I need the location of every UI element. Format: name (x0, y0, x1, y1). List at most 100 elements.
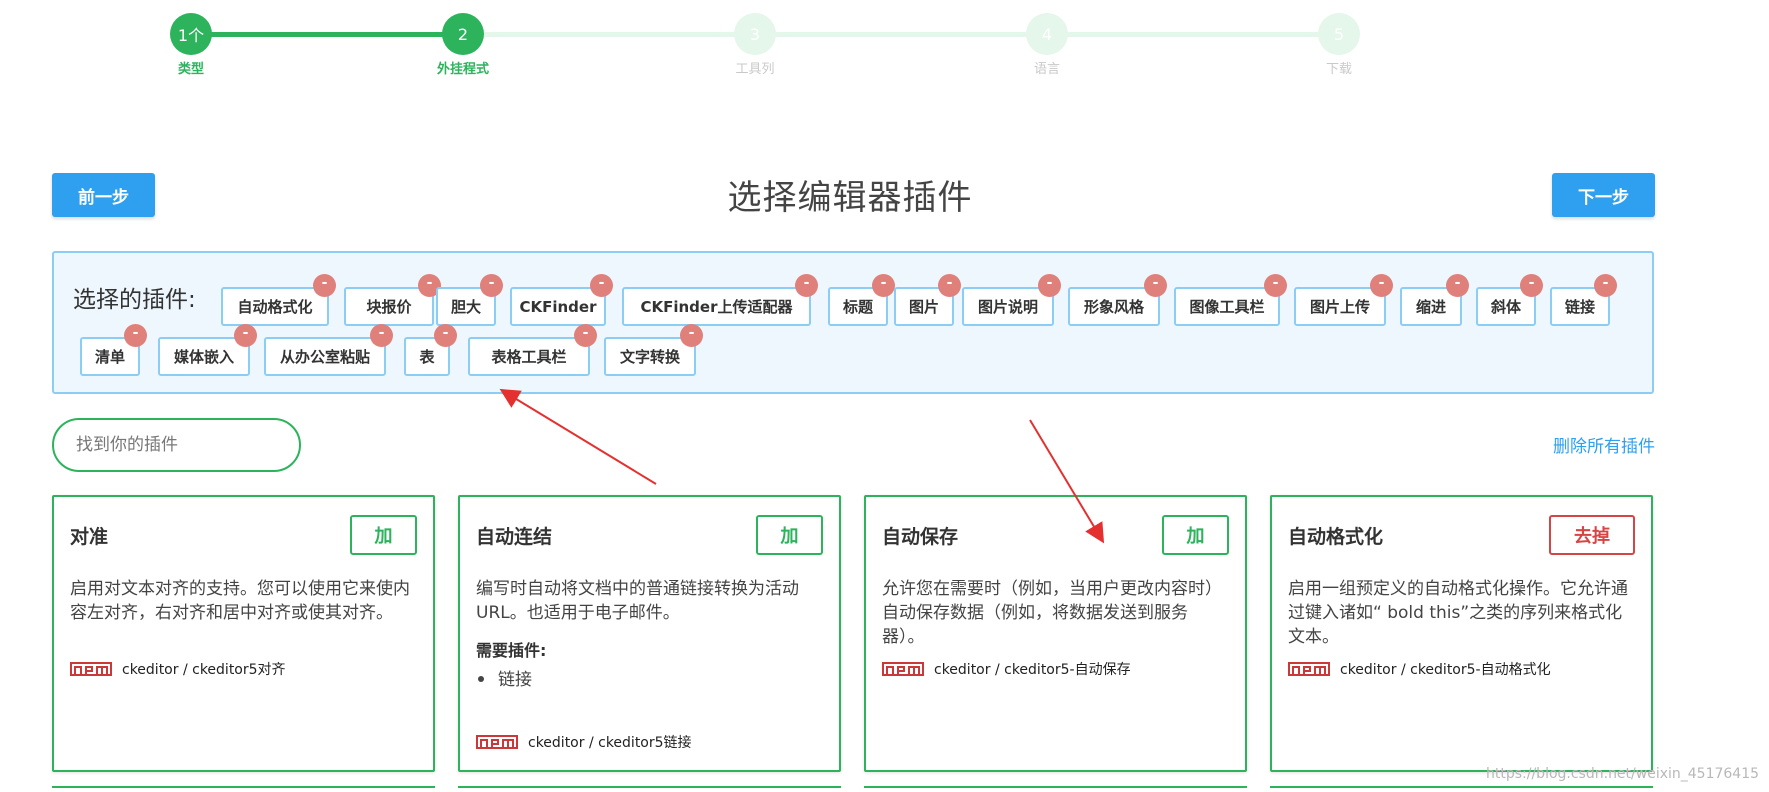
remove-plugin-button[interactable]: 去掉 (1549, 515, 1635, 555)
selected-plugin-chip: 从办公室粘贴 - (264, 324, 393, 376)
remove-plugin-icon[interactable]: - (480, 274, 503, 297)
remove-plugin-icon[interactable]: - (1520, 274, 1543, 297)
plugin-package[interactable]: ckeditor / ckeditor5-自动保存 (882, 659, 1131, 679)
npm-logo-icon (1288, 662, 1330, 676)
chip-label: 自动格式化 (237, 298, 313, 316)
remove-plugin-icon[interactable]: - (313, 274, 336, 297)
step-label: 类型 (177, 62, 204, 77)
chip-label: 清单 (94, 348, 125, 366)
selected-plugin-chip: 表- (404, 324, 457, 376)
remove-plugin-icon[interactable]: - (1446, 274, 1469, 297)
selected-plugins-label: 选择的插件: (73, 287, 196, 313)
remove-plugin-icon[interactable]: - (234, 324, 257, 347)
remove-plugin-icon[interactable]: - (872, 274, 895, 297)
remove-plugin-icon[interactable]: - (1144, 274, 1167, 297)
selected-plugin-chip: 胆大 - (436, 274, 503, 326)
delete-all-plugins-link[interactable]: 删除所有插件 (1535, 432, 1655, 457)
selected-plugin-chip: CKFinder - (510, 274, 613, 326)
remove-plugin-icon[interactable]: - (795, 274, 818, 297)
remove-plugin-icon[interactable]: - (124, 324, 147, 347)
plugin-card-title: 对准 (70, 526, 109, 548)
remove-plugin-icon[interactable]: - (590, 274, 613, 297)
selected-plugin-chip: 图片上传 - (1294, 274, 1393, 326)
plugin-package[interactable]: ckeditor / ckeditor5链接 (476, 732, 692, 752)
remove-plugin-icon[interactable]: - (1038, 274, 1061, 297)
step-label: 外挂程式 (436, 62, 489, 77)
chip-label: 标题 (842, 298, 873, 316)
remove-plugin-icon[interactable]: - (1370, 274, 1393, 297)
add-plugin-button[interactable]: 加 (1162, 515, 1229, 555)
npm-logo-icon (476, 735, 518, 749)
plugin-card-description: 启用一组预定义的自动格式化操作。它允许通过键入诸如“ bold this”之类的… (1288, 579, 1628, 647)
remove-plugin-icon[interactable]: - (434, 324, 457, 347)
step-plugins[interactable]: 2 外挂程式 (403, 13, 523, 77)
chip-label: 缩进 (1415, 298, 1446, 316)
chip-label: CKFinder (519, 297, 597, 316)
plugin-card-title: 自动保存 (882, 526, 959, 548)
chip-label: 斜体 (1490, 298, 1521, 316)
step-download[interactable]: 5 下载 (1279, 13, 1399, 77)
chip-label: CKFinder上传适配器 (640, 298, 793, 316)
npm-logo-icon (882, 662, 924, 676)
remove-plugin-icon[interactable]: - (938, 274, 961, 297)
selected-plugin-chip: 标题 - (828, 274, 895, 326)
step-toolbar[interactable]: 3 工具列 (695, 13, 815, 77)
step-language[interactable]: 4 语言 (987, 13, 1107, 77)
page-title: 选择编辑器插件 (727, 178, 973, 218)
chip-label: 从办公室粘贴 (279, 348, 370, 366)
step-label: 工具列 (735, 62, 775, 77)
npm-logo-icon (70, 662, 112, 676)
progress-stepper: 1个 类型 2 外挂程式 3 工具列 4 语言 5 下载 (0, 0, 1769, 90)
chip-label: 链接 (1564, 298, 1595, 316)
plugin-card-description: 允许您在需要时（例如，当用户更改内容时）自动保存数据（例如，将数据发送到服务器）… (882, 579, 1222, 647)
watermark: https://blog.csdn.net/weixin_45176415 (1486, 766, 1760, 782)
plugin-card-description: 启用对文本对齐的支持。您可以使用它来使内容左对齐，右对齐和居中对齐或使其对齐。 (70, 579, 410, 623)
required-plugins-list: 链接 (476, 665, 532, 690)
selected-plugin-chip: 清单 - (80, 324, 147, 376)
step-number: 5 (1318, 13, 1360, 55)
requires-plugins-title: 需要插件: (476, 641, 547, 660)
step-number: 4 (1026, 13, 1068, 55)
plugin-card-title: 自动连结 (476, 526, 553, 548)
chip-label: 胆大 (450, 298, 481, 316)
selected-plugin-chip: 自动格式化 - (221, 274, 336, 326)
plugin-card-next-row (52, 786, 435, 792)
selected-plugin-chip: 形象风格 - (1068, 274, 1167, 326)
plugin-card-title: 自动格式化 (1288, 526, 1384, 548)
chip-label: 表格工具栏 (491, 348, 567, 366)
remove-plugin-icon[interactable]: - (1264, 274, 1287, 297)
selected-plugin-chip: 斜体 - (1476, 274, 1543, 326)
remove-plugin-icon[interactable]: - (1594, 274, 1617, 297)
selected-plugin-chip: 链接 - (1550, 274, 1617, 326)
step-type[interactable]: 1个 类型 (131, 13, 251, 77)
chip-label: 形象风格 (1083, 298, 1144, 316)
selected-plugins-panel: 选择的插件: 自动格式化 - 块报价 - 胆大 - CKFinder - CKFinder上传适… (52, 251, 1654, 394)
plugin-package-name: ckeditor / ckeditor5链接 (528, 735, 692, 751)
step-number: 1个 (170, 13, 212, 55)
selected-plugin-chip: 文字转换 - (604, 324, 703, 376)
plugin-card-description: 编写时自动将文档中的普通链接转换为活动URL。也适用于电子邮件。 (476, 579, 799, 623)
plugin-package-name: ckeditor / ckeditor5-自动保存 (934, 662, 1131, 678)
chip-label: 文字转换 (619, 348, 680, 366)
selected-plugin-chip: 图像工具栏 - (1174, 274, 1287, 326)
step-number: 3 (734, 13, 776, 55)
remove-plugin-icon[interactable]: - (370, 324, 393, 347)
plugin-card-next-row (864, 786, 1247, 792)
plugin-search-input[interactable] (52, 418, 301, 472)
add-plugin-button[interactable]: 加 (756, 515, 823, 555)
selected-plugin-chip: 媒体嵌入 - (158, 324, 257, 376)
remove-plugin-icon[interactable]: - (680, 324, 703, 347)
selected-plugin-chip: 块报价 - (344, 274, 441, 326)
next-step-button[interactable]: 下一步 (1552, 173, 1655, 217)
chip-label: 图片 (908, 298, 939, 316)
chip-label: 媒体嵌入 (173, 348, 234, 366)
chip-label: 图片说明 (977, 298, 1038, 316)
bullet-icon (478, 676, 484, 682)
plugin-package[interactable]: ckeditor / ckeditor5-自动格式化 (1288, 659, 1551, 679)
plugin-package[interactable]: ckeditor / ckeditor5对齐 (70, 659, 286, 679)
add-plugin-button[interactable]: 加 (350, 515, 417, 555)
step-label: 语言 (1033, 62, 1060, 77)
remove-plugin-icon[interactable]: - (574, 324, 597, 347)
selected-plugin-chip: 图片说明 - (962, 274, 1061, 326)
chip-label: 图像工具栏 (1189, 298, 1265, 316)
